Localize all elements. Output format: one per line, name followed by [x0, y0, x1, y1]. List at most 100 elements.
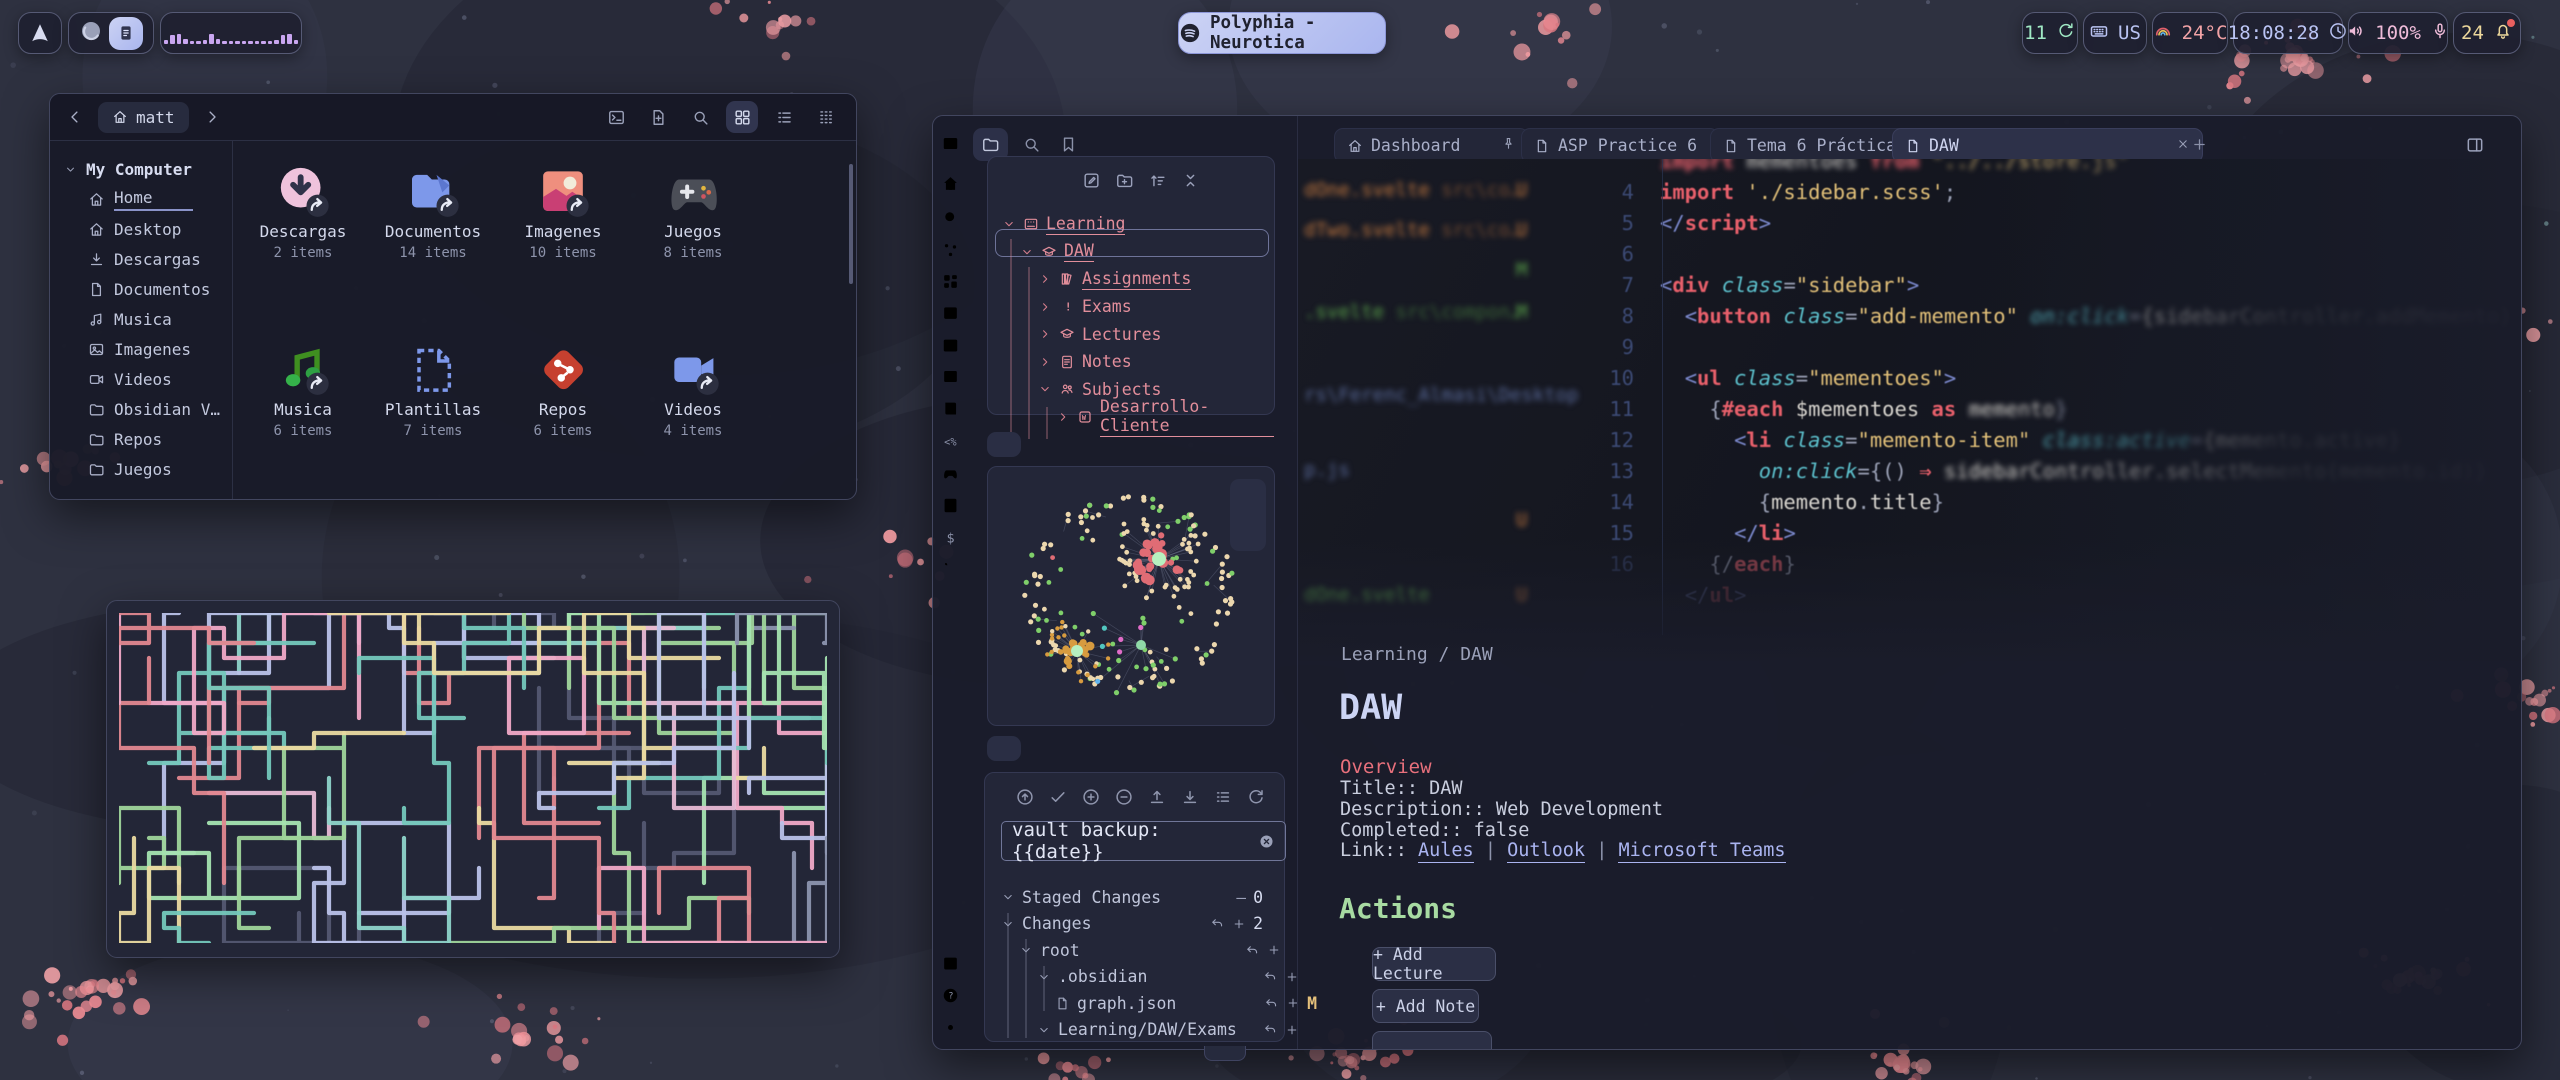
folder-item-descargas[interactable]: Descargas 2 items — [242, 162, 364, 261]
git-row-root[interactable]: root — [1019, 938, 1295, 962]
settings-icon[interactable] — [1239, 490, 1257, 508]
search-tab-icon[interactable] — [1022, 135, 1041, 154]
ribbon-template-icon[interactable]: <% — [941, 432, 960, 451]
commit-message-input[interactable]: vault backup: {{date}} — [1001, 821, 1286, 861]
dock-item[interactable] — [79, 19, 103, 48]
ribbon-gamepad-icon[interactable] — [941, 464, 960, 483]
grid-view-button[interactable] — [726, 101, 758, 133]
git-row--obsidian[interactable]: .obsidian — [1037, 965, 1313, 989]
tree-item-lectures[interactable]: Lectures — [1038, 322, 1161, 346]
sidebar-item-obsidianv[interactable]: Obsidian V… — [50, 394, 232, 424]
tree-item-daw[interactable]: DAW — [1020, 240, 1094, 264]
sidebar-item-documentos[interactable]: Documentos — [50, 274, 232, 304]
folder-item-juegos[interactable]: Juegos 8 items — [632, 162, 754, 261]
split-pane-icon[interactable] — [2465, 135, 2485, 155]
add-note-button[interactable]: + Add Note — [1372, 989, 1479, 1023]
sort-icon[interactable] — [1148, 171, 1167, 190]
weather-widget[interactable]: 24°C — [2152, 12, 2228, 54]
ribbon-help-icon[interactable]: ? — [941, 986, 960, 1005]
clock-widget[interactable]: 18:08:28 — [2233, 12, 2343, 54]
undo-icon[interactable] — [1263, 1022, 1278, 1037]
ribbon-settings-icon[interactable] — [941, 1018, 960, 1037]
new-item-button[interactable] — [642, 101, 674, 133]
search-button[interactable] — [684, 101, 716, 133]
folder-item-repos[interactable]: Repos 6 items — [502, 340, 624, 439]
tab-dashboard[interactable]: Dashboard — [1334, 128, 1529, 163]
note-link[interactable]: Aules — [1418, 840, 1474, 863]
partial-button[interactable] — [1372, 1031, 1492, 1050]
note-breadcrumb[interactable]: Learning / DAW — [1341, 644, 1493, 665]
audio-widget[interactable]: 100% — [2348, 12, 2448, 54]
undo-icon[interactable] — [1263, 969, 1278, 984]
sidebar-item-repos[interactable]: Repos — [50, 424, 232, 454]
open-terminal-button[interactable] — [600, 101, 632, 133]
compact-view-button[interactable] — [810, 101, 842, 133]
sidebar-item-desktop[interactable]: Desktop — [50, 214, 232, 244]
ribbon-search-icon[interactable] — [941, 208, 960, 227]
ribbon-doc-scan-icon[interactable] — [941, 496, 960, 515]
forward-icon[interactable] — [203, 108, 221, 126]
undo-icon[interactable] — [1245, 943, 1260, 958]
new-tab-icon[interactable] — [2191, 136, 2208, 153]
bookmark-tab-icon[interactable] — [1059, 135, 1078, 154]
tab-daw[interactable]: DAW — [1892, 128, 2203, 163]
graph-panel-tab[interactable] — [987, 432, 1021, 457]
git-row-learning-daw-exams[interactable]: Learning/DAW/Exams — [1037, 1018, 1313, 1042]
sidebar-item-videos[interactable]: Videos — [50, 364, 232, 394]
ribbon-terminal-icon[interactable] — [941, 336, 960, 355]
folder-item-imagenes[interactable]: Imagenes 10 items — [502, 162, 624, 261]
ribbon-layout-grid-icon[interactable] — [941, 272, 960, 291]
ribbon-book-icon[interactable] — [941, 399, 960, 418]
add-lecture-button[interactable]: + Add Lecture — [1372, 947, 1496, 981]
list-view-button[interactable] — [768, 101, 800, 133]
sidebar-item-juegos[interactable]: Juegos — [50, 454, 232, 484]
plus-icon[interactable] — [1232, 917, 1246, 931]
git-row-staged-changes[interactable]: Staged Changes —0 — [1001, 885, 1277, 909]
notifications-widget[interactable]: 24 — [2453, 12, 2521, 54]
list-icon[interactable] — [1213, 787, 1233, 807]
new-folder-icon[interactable] — [1115, 171, 1134, 190]
sidebar-item-home[interactable]: Home — [50, 184, 232, 214]
note-link[interactable]: Microsoft Teams — [1618, 840, 1785, 863]
git-panel-tab[interactable] — [987, 736, 1021, 761]
tab-tema-6-pr-cticas-[interactable]: Tema 6 Prácticas -… — [1710, 128, 1908, 163]
wand-icon[interactable] — [1239, 522, 1257, 540]
undo-icon[interactable] — [1210, 916, 1225, 931]
music-widget[interactable]: Polyphia - Neurotica — [1178, 12, 1386, 54]
circle-up-icon[interactable] — [1015, 787, 1035, 807]
download-icon[interactable] — [1180, 787, 1200, 807]
refresh-icon[interactable] — [1246, 787, 1266, 807]
keyboard-widget[interactable]: US — [2083, 12, 2147, 54]
app-launcher-button[interactable] — [18, 12, 62, 54]
sidebar-item-musica[interactable]: Musica — [50, 304, 232, 334]
tree-item-assignments[interactable]: Assignments — [1038, 267, 1191, 291]
breadcrumb[interactable]: matt — [98, 102, 189, 133]
plus-circle-icon[interactable] — [1081, 787, 1101, 807]
folder-item-documentos[interactable]: Documentos 14 items — [372, 162, 494, 261]
check-icon[interactable] — [1048, 787, 1068, 807]
upload-icon[interactable] — [1147, 787, 1167, 807]
tree-item-exams[interactable]: ! Exams — [1038, 295, 1132, 319]
tab-asp-practice-6[interactable]: ASP Practice 6 — [1521, 128, 1719, 163]
ribbon-graph-icon[interactable] — [941, 241, 960, 260]
ribbon-vault-icon[interactable] — [941, 954, 960, 973]
ribbon-home-icon[interactable] — [941, 174, 960, 193]
note-link[interactable]: Outlook — [1507, 840, 1585, 863]
dock-item-active[interactable] — [109, 17, 143, 50]
chevron-down-icon[interactable] — [2433, 136, 2451, 154]
plus-icon[interactable] — [1267, 943, 1281, 957]
git-row-graph-json[interactable]: graph.json M — [1055, 991, 1331, 1015]
undo-icon[interactable] — [1264, 996, 1279, 1011]
sidebar-item-imagenes[interactable]: Imagenes — [50, 334, 232, 364]
ribbon-calendar-icon[interactable] — [941, 303, 960, 322]
scrollbar[interactable] — [849, 164, 853, 284]
ribbon-table-icon[interactable] — [941, 367, 960, 386]
sidebar-toggle-icon[interactable] — [941, 134, 960, 153]
pin-icon[interactable] — [1501, 136, 1516, 151]
git-row-changes[interactable]: Changes 2 — [1001, 912, 1277, 936]
minus-circle-icon[interactable] — [1114, 787, 1134, 807]
close-icon[interactable] — [2176, 137, 2190, 151]
sidebar-root[interactable]: My Computer — [50, 154, 232, 184]
clear-icon[interactable] — [1258, 833, 1275, 850]
tree-item-notes[interactable]: Notes — [1038, 350, 1132, 374]
